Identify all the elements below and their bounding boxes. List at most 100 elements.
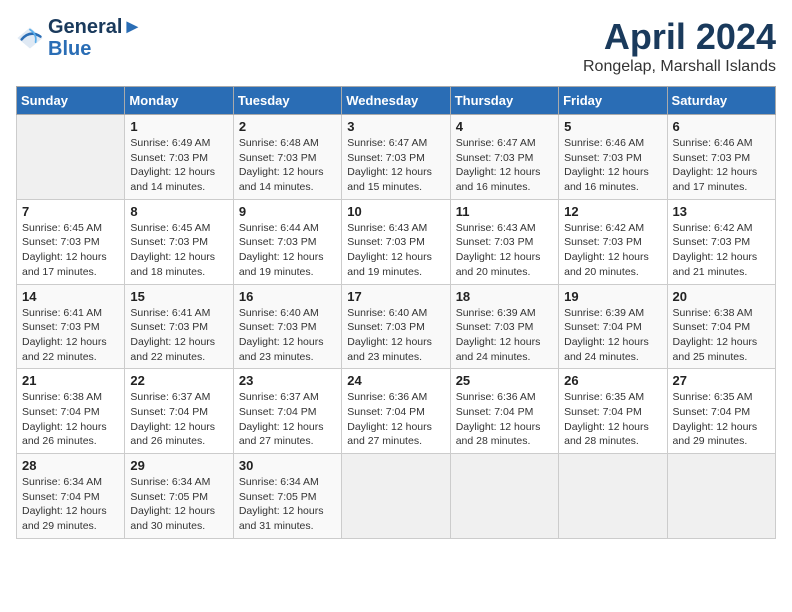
day-info: Sunrise: 6:42 AM Sunset: 7:03 PM Dayligh…	[564, 221, 661, 280]
calendar-cell	[667, 454, 775, 539]
calendar-week-row: 21Sunrise: 6:38 AM Sunset: 7:04 PM Dayli…	[17, 369, 776, 454]
calendar-cell: 7Sunrise: 6:45 AM Sunset: 7:03 PM Daylig…	[17, 199, 125, 284]
header-day-friday: Friday	[559, 87, 667, 115]
day-info: Sunrise: 6:47 AM Sunset: 7:03 PM Dayligh…	[347, 136, 444, 195]
location-subtitle: Rongelap, Marshall Islands	[583, 58, 776, 76]
day-info: Sunrise: 6:38 AM Sunset: 7:04 PM Dayligh…	[673, 306, 770, 365]
day-number: 3	[347, 119, 444, 134]
day-number: 10	[347, 204, 444, 219]
day-number: 9	[239, 204, 336, 219]
day-info: Sunrise: 6:49 AM Sunset: 7:03 PM Dayligh…	[130, 136, 227, 195]
day-number: 1	[130, 119, 227, 134]
day-number: 27	[673, 373, 770, 388]
calendar-cell: 28Sunrise: 6:34 AM Sunset: 7:04 PM Dayli…	[17, 454, 125, 539]
day-number: 16	[239, 289, 336, 304]
calendar-cell: 23 Sunrise: 6:37 AM Sunset: 7:04 PM Dayli…	[233, 369, 341, 454]
calendar-cell: 10 Sunrise: 6:43 AM Sunset: 7:03 PM Dayli…	[342, 199, 450, 284]
day-number: 4	[456, 119, 553, 134]
header-day-wednesday: Wednesday	[342, 87, 450, 115]
header-day-sunday: Sunday	[17, 87, 125, 115]
day-info: Sunrise: 6:34 AM Sunset: 7:05 PM Dayligh…	[130, 475, 227, 534]
header-day-saturday: Saturday	[667, 87, 775, 115]
day-info: Sunrise: 6:43 AM Sunset: 7:03 PM Dayligh…	[456, 221, 553, 280]
calendar-cell: 20 Sunrise: 6:38 AM Sunset: 7:04 PM Dayli…	[667, 284, 775, 369]
day-number: 28	[22, 458, 119, 473]
day-info: Sunrise: 6:36 AM Sunset: 7:04 PM Dayligh…	[456, 390, 553, 449]
calendar-cell: 9 Sunrise: 6:44 AM Sunset: 7:03 PM Daylig…	[233, 199, 341, 284]
calendar-cell: 27Sunrise: 6:35 AM Sunset: 7:04 PM Dayli…	[667, 369, 775, 454]
day-number: 8	[130, 204, 227, 219]
calendar-cell: 14 Sunrise: 6:41 AM Sunset: 7:03 PM Dayli…	[17, 284, 125, 369]
day-info: Sunrise: 6:35 AM Sunset: 7:04 PM Dayligh…	[564, 390, 661, 449]
day-number: 23	[239, 373, 336, 388]
calendar-cell	[17, 115, 125, 200]
day-number: 6	[673, 119, 770, 134]
day-number: 26	[564, 373, 661, 388]
month-title: April 2024	[583, 16, 776, 58]
day-info: Sunrise: 6:43 AM Sunset: 7:03 PM Dayligh…	[347, 221, 444, 280]
day-info: Sunrise: 6:37 AM Sunset: 7:04 PM Dayligh…	[239, 390, 336, 449]
calendar-cell: 4 Sunrise: 6:47 AM Sunset: 7:03 PM Daylig…	[450, 115, 558, 200]
day-number: 18	[456, 289, 553, 304]
calendar-cell: 17Sunrise: 6:40 AM Sunset: 7:03 PM Dayli…	[342, 284, 450, 369]
day-number: 13	[673, 204, 770, 219]
day-number: 5	[564, 119, 661, 134]
day-number: 29	[130, 458, 227, 473]
logo-text: General► Blue	[48, 16, 142, 60]
day-number: 20	[673, 289, 770, 304]
logo-icon	[16, 24, 44, 52]
calendar-cell: 26 Sunrise: 6:35 AM Sunset: 7:04 PM Dayli…	[559, 369, 667, 454]
calendar-cell: 1 Sunrise: 6:49 AM Sunset: 7:03 PM Daylig…	[125, 115, 233, 200]
header-day-thursday: Thursday	[450, 87, 558, 115]
calendar-cell: 12 Sunrise: 6:42 AM Sunset: 7:03 PM Dayli…	[559, 199, 667, 284]
day-number: 22	[130, 373, 227, 388]
day-info: Sunrise: 6:47 AM Sunset: 7:03 PM Dayligh…	[456, 136, 553, 195]
calendar-cell: 30 Sunrise: 6:34 AM Sunset: 7:05 PM Dayli…	[233, 454, 341, 539]
calendar-cell: 29 Sunrise: 6:34 AM Sunset: 7:05 PM Dayli…	[125, 454, 233, 539]
calendar-cell: 8 Sunrise: 6:45 AM Sunset: 7:03 PM Daylig…	[125, 199, 233, 284]
calendar-cell: 15 Sunrise: 6:41 AM Sunset: 7:03 PM Dayli…	[125, 284, 233, 369]
day-number: 30	[239, 458, 336, 473]
calendar-table: SundayMondayTuesdayWednesdayThursdayFrid…	[16, 86, 776, 539]
day-number: 19	[564, 289, 661, 304]
day-info: Sunrise: 6:39 AM Sunset: 7:04 PM Dayligh…	[564, 306, 661, 365]
day-number: 2	[239, 119, 336, 134]
day-number: 12	[564, 204, 661, 219]
day-info: Sunrise: 6:41 AM Sunset: 7:03 PM Dayligh…	[22, 306, 119, 365]
calendar-cell: 2 Sunrise: 6:48 AM Sunset: 7:03 PM Daylig…	[233, 115, 341, 200]
calendar-cell: 11 Sunrise: 6:43 AM Sunset: 7:03 PM Dayli…	[450, 199, 558, 284]
day-info: Sunrise: 6:37 AM Sunset: 7:04 PM Dayligh…	[130, 390, 227, 449]
day-info: Sunrise: 6:46 AM Sunset: 7:03 PM Dayligh…	[564, 136, 661, 195]
calendar-cell: 19 Sunrise: 6:39 AM Sunset: 7:04 PM Dayli…	[559, 284, 667, 369]
day-number: 25	[456, 373, 553, 388]
header-day-monday: Monday	[125, 87, 233, 115]
calendar-header-row: SundayMondayTuesdayWednesdayThursdayFrid…	[17, 87, 776, 115]
calendar-cell: 5 Sunrise: 6:46 AM Sunset: 7:03 PM Daylig…	[559, 115, 667, 200]
header: General► Blue April 2024 Rongelap, Marsh…	[16, 16, 776, 76]
day-info: Sunrise: 6:45 AM Sunset: 7:03 PM Dayligh…	[22, 221, 119, 280]
header-day-tuesday: Tuesday	[233, 87, 341, 115]
day-info: Sunrise: 6:41 AM Sunset: 7:03 PM Dayligh…	[130, 306, 227, 365]
day-info: Sunrise: 6:45 AM Sunset: 7:03 PM Dayligh…	[130, 221, 227, 280]
day-number: 11	[456, 204, 553, 219]
calendar-cell	[450, 454, 558, 539]
day-info: Sunrise: 6:42 AM Sunset: 7:03 PM Dayligh…	[673, 221, 770, 280]
day-number: 21	[22, 373, 119, 388]
day-info: Sunrise: 6:36 AM Sunset: 7:04 PM Dayligh…	[347, 390, 444, 449]
calendar-cell: 22 Sunrise: 6:37 AM Sunset: 7:04 PM Dayli…	[125, 369, 233, 454]
day-number: 15	[130, 289, 227, 304]
day-info: Sunrise: 6:44 AM Sunset: 7:03 PM Dayligh…	[239, 221, 336, 280]
day-info: Sunrise: 6:34 AM Sunset: 7:05 PM Dayligh…	[239, 475, 336, 534]
day-info: Sunrise: 6:46 AM Sunset: 7:03 PM Dayligh…	[673, 136, 770, 195]
calendar-cell: 21Sunrise: 6:38 AM Sunset: 7:04 PM Dayli…	[17, 369, 125, 454]
day-number: 14	[22, 289, 119, 304]
day-info: Sunrise: 6:39 AM Sunset: 7:03 PM Dayligh…	[456, 306, 553, 365]
calendar-week-row: 1 Sunrise: 6:49 AM Sunset: 7:03 PM Daylig…	[17, 115, 776, 200]
day-info: Sunrise: 6:48 AM Sunset: 7:03 PM Dayligh…	[239, 136, 336, 195]
day-number: 24	[347, 373, 444, 388]
title-section: April 2024 Rongelap, Marshall Islands	[583, 16, 776, 76]
calendar-week-row: 28Sunrise: 6:34 AM Sunset: 7:04 PM Dayli…	[17, 454, 776, 539]
calendar-cell: 24 Sunrise: 6:36 AM Sunset: 7:04 PM Dayli…	[342, 369, 450, 454]
calendar-cell	[559, 454, 667, 539]
calendar-cell: 25 Sunrise: 6:36 AM Sunset: 7:04 PM Dayli…	[450, 369, 558, 454]
